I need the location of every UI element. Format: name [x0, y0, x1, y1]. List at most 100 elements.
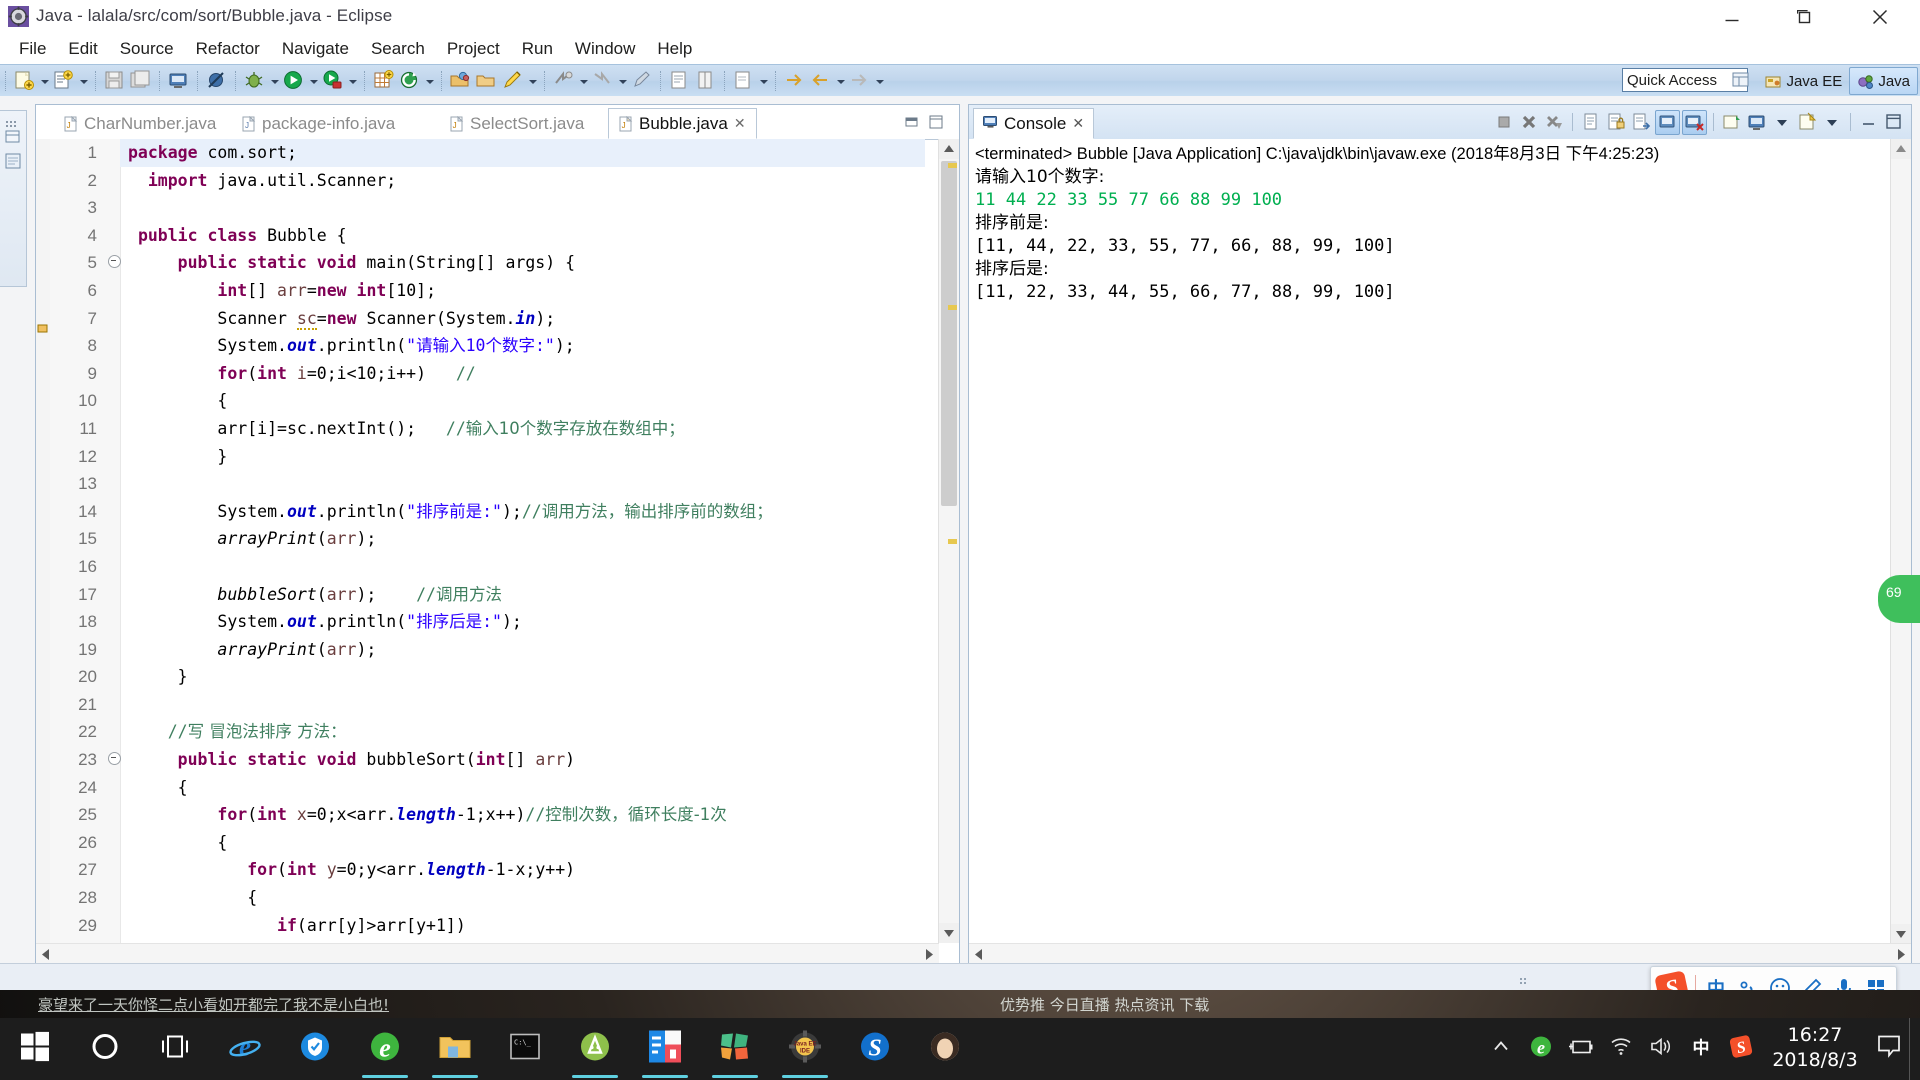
360-browser-tray-icon[interactable]: e	[1521, 1018, 1561, 1080]
menu-search[interactable]: Search	[360, 37, 436, 61]
forward-icon[interactable]	[783, 69, 807, 93]
minimize-icon[interactable]	[1858, 111, 1881, 134]
console-vertical-scrollbar[interactable]	[1890, 139, 1911, 944]
task-view-button[interactable]	[140, 1018, 210, 1080]
show-desktop-button[interactable]	[1909, 1018, 1920, 1080]
internet-explorer-button[interactable]: e	[210, 1018, 280, 1080]
perspective-java[interactable]: Java	[1849, 67, 1918, 95]
open-console-icon[interactable]	[1796, 111, 1819, 134]
code-text[interactable]: package com.sort; import java.util.Scann…	[120, 139, 925, 943]
wps-office-button[interactable]	[700, 1018, 770, 1080]
run-icon[interactable]	[282, 69, 306, 93]
new-java-class-dropdown-icon[interactable]	[77, 69, 90, 93]
menu-refactor[interactable]: Refactor	[185, 37, 271, 61]
taskbar-clock[interactable]: 16:27 2018/8/3	[1761, 1018, 1869, 1080]
menu-edit[interactable]: Edit	[57, 37, 108, 61]
perspective-java-ee[interactable]: Java EE	[1758, 68, 1849, 94]
package-explorer-icon[interactable]	[4, 152, 22, 170]
skip-breakpoints-icon[interactable]	[205, 69, 229, 93]
scroll-down-icon[interactable]	[1891, 924, 1911, 944]
restore-package-explorer-icon[interactable]	[4, 128, 22, 146]
file-explorer-button[interactable]	[420, 1018, 490, 1080]
menu-project[interactable]: Project	[436, 37, 511, 61]
run-dropdown-icon[interactable]	[307, 69, 320, 93]
pycharm-button[interactable]	[630, 1018, 700, 1080]
quick-access-input[interactable]	[1622, 68, 1748, 92]
debug-icon[interactable]	[243, 69, 267, 93]
warning-marker[interactable]	[948, 305, 957, 310]
editor-vertical-scrollbar[interactable]	[938, 139, 959, 943]
editor-minimize-icon[interactable]	[905, 115, 919, 129]
action-center-button[interactable]	[1869, 1018, 1909, 1080]
editor-marker-gutter[interactable]	[36, 139, 51, 965]
next-annotation-icon[interactable]	[552, 69, 576, 93]
console-horizontal-scrollbar[interactable]	[969, 943, 1911, 965]
scroll-lock-icon[interactable]	[1605, 111, 1628, 134]
new-table-icon[interactable]	[372, 69, 396, 93]
new-wizard-icon[interactable]	[13, 69, 37, 93]
console-output[interactable]: <terminated> Bubble [Java Application] C…	[969, 139, 1911, 965]
new-editor-icon[interactable]	[732, 69, 756, 93]
search-dropdown-icon[interactable]	[526, 69, 539, 93]
warning-marker[interactable]	[948, 539, 957, 544]
refresh-dropdown-icon[interactable]	[423, 69, 436, 93]
scroll-up-icon[interactable]	[939, 139, 959, 159]
scroll-right-icon[interactable]	[918, 944, 939, 965]
editor-tab-package-info[interactable]: J package-info.java	[232, 108, 405, 139]
resize-grip[interactable]	[1520, 973, 1530, 984]
notification-badge[interactable]: 69	[1878, 575, 1920, 623]
drag-handle-dots[interactable]	[6, 115, 20, 127]
360-browser-button[interactable]: e	[350, 1018, 420, 1080]
editor-tab-charnumber[interactable]: J CharNumber.java	[54, 108, 226, 139]
sogou-tray-button[interactable]: S	[1721, 1018, 1761, 1080]
new-wizard-dropdown-icon[interactable]	[38, 69, 51, 93]
user-avatar-button[interactable]	[910, 1018, 980, 1080]
open-console-icon[interactable]	[167, 69, 191, 93]
save-icon[interactable]	[103, 69, 127, 93]
previous-annotation-icon[interactable]	[591, 69, 615, 93]
search-pencil-icon[interactable]	[501, 69, 525, 93]
show-console-on-error-icon[interactable]	[1682, 109, 1707, 135]
pin-console-icon[interactable]	[1721, 111, 1744, 134]
back-icon[interactable]	[809, 69, 833, 93]
scroll-right-icon[interactable]	[1890, 944, 1911, 965]
android-studio-button[interactable]	[560, 1018, 630, 1080]
new-java-class-icon[interactable]	[52, 69, 76, 93]
eclipse-button[interactable]: Java EE IDE	[770, 1018, 840, 1080]
forward-history-icon[interactable]	[848, 69, 872, 93]
menu-navigate[interactable]: Navigate	[271, 37, 360, 61]
scrollbar-thumb[interactable]	[941, 161, 957, 506]
next-annotation-dropdown-icon[interactable]	[577, 69, 590, 93]
run-external-tools-icon[interactable]	[321, 69, 345, 93]
cortana-button[interactable]	[70, 1018, 140, 1080]
maximize-icon[interactable]	[1883, 111, 1906, 134]
remove-all-terminated-icon[interactable]	[1543, 111, 1566, 134]
folding-ruler[interactable]	[106, 139, 121, 965]
editor-tab-bubble[interactable]: J Bubble.java ✕	[608, 108, 757, 139]
scroll-left-icon[interactable]	[36, 944, 57, 965]
maximize-window-button[interactable]	[1776, 0, 1832, 34]
warning-marker[interactable]	[948, 163, 957, 168]
terminate-icon[interactable]	[1493, 111, 1516, 134]
save-all-icon[interactable]	[129, 69, 153, 93]
last-edit-location-icon[interactable]	[630, 69, 654, 93]
display-selected-dropdown-icon[interactable]	[1771, 111, 1794, 134]
360-safe-button[interactable]	[280, 1018, 350, 1080]
editor-maximize-icon[interactable]	[929, 115, 943, 129]
scroll-up-icon[interactable]	[1891, 139, 1911, 159]
start-button[interactable]	[0, 1018, 70, 1080]
close-icon[interactable]: ✕	[1072, 115, 1084, 132]
console-tab[interactable]: Console ✕	[973, 108, 1095, 139]
open-perspective-icon[interactable]	[1730, 69, 1754, 93]
new-editor-dropdown-icon[interactable]	[757, 69, 770, 93]
forward-history-dropdown-icon[interactable]	[873, 69, 886, 93]
battery-icon-button[interactable]	[1561, 1018, 1601, 1080]
word-wrap-icon[interactable]	[1630, 111, 1653, 134]
scroll-left-icon[interactable]	[969, 944, 990, 965]
previous-annotation-dropdown-icon[interactable]	[616, 69, 629, 93]
close-icon[interactable]: ✕	[734, 115, 746, 132]
sogou-input-button[interactable]: S	[840, 1018, 910, 1080]
ime-mode-tray-button[interactable]: 中	[1681, 1018, 1721, 1080]
minimize-window-button[interactable]	[1704, 0, 1760, 34]
clear-console-icon[interactable]	[1580, 111, 1603, 134]
